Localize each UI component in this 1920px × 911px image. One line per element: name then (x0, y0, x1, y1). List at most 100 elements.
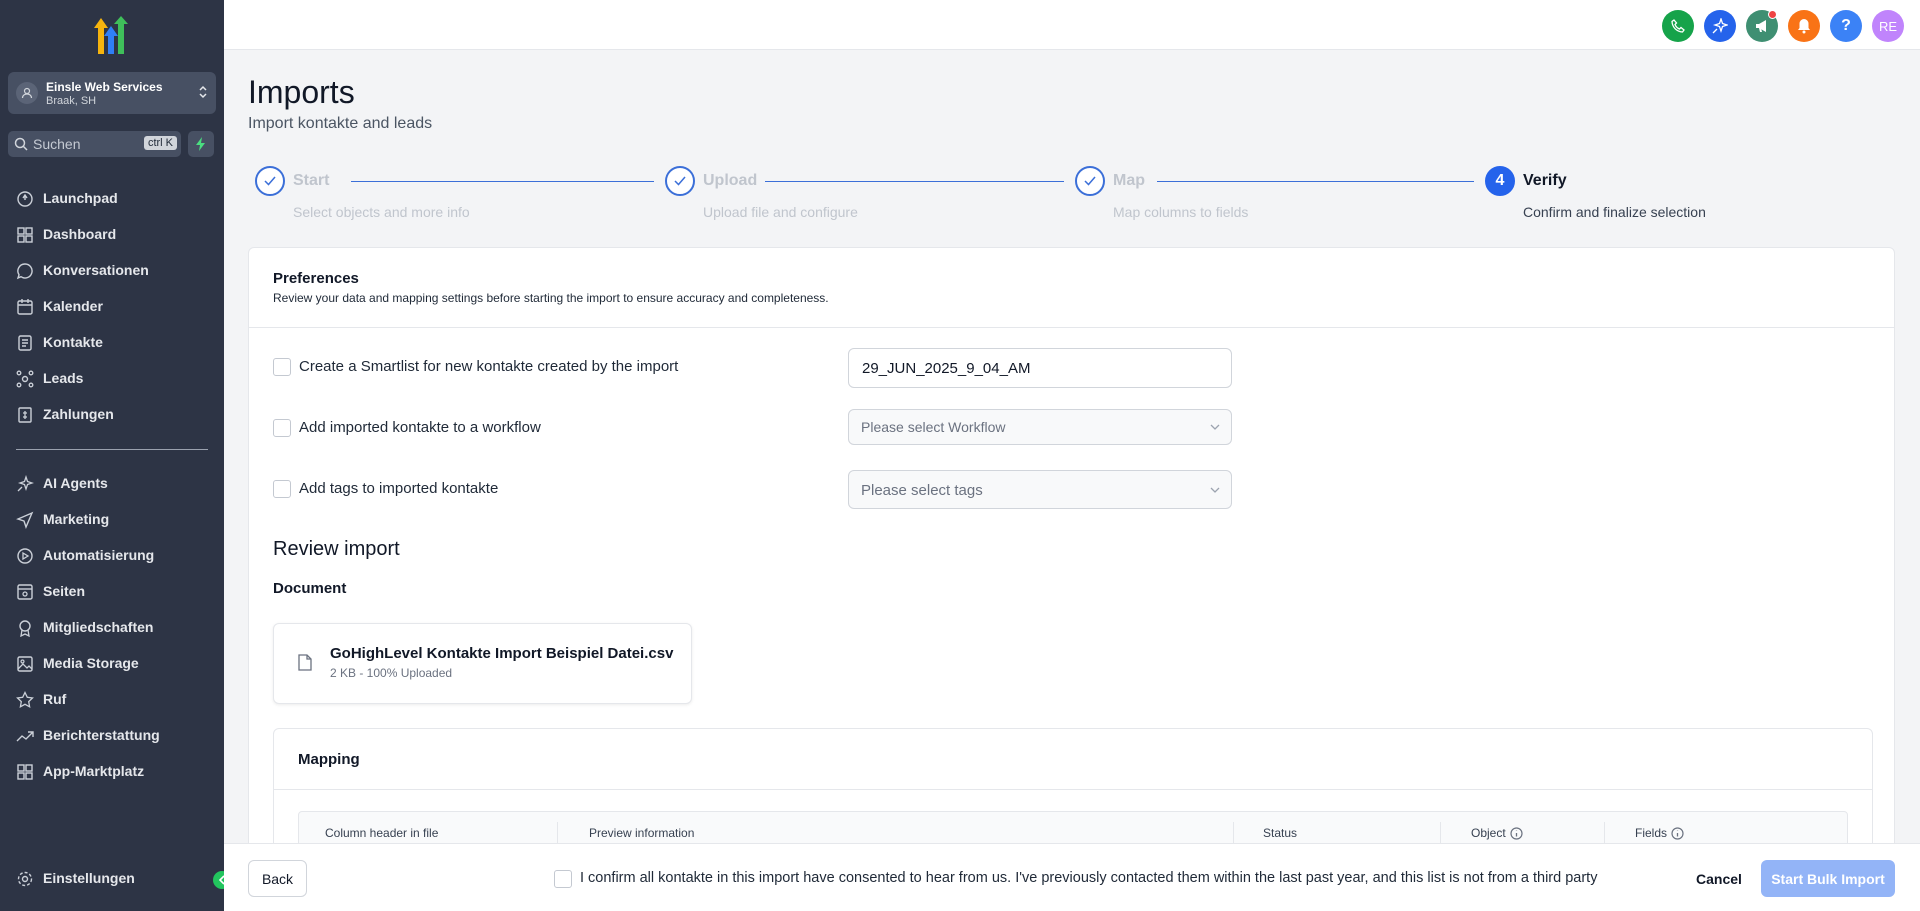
search-icon (14, 137, 28, 156)
start-bulk-import-button[interactable]: Start Bulk Import (1761, 860, 1895, 897)
tags-placeholder: Please select tags (861, 482, 983, 499)
column-header-fields: Fields (1635, 826, 1684, 840)
step-map-desc: Map columns to fields (1113, 204, 1249, 220)
sidebar-item-leads[interactable]: Leads (0, 363, 224, 393)
sidebar-item-ai-agents[interactable]: AI Agents (0, 468, 224, 498)
automation-icon (17, 548, 33, 564)
sidebar-item-label: Marketing (43, 511, 110, 527)
workflow-placeholder: Please select Workflow (861, 419, 1006, 435)
notification-dot (1768, 10, 1777, 19)
sidebar-item-label: Media Storage (43, 655, 139, 671)
help-button[interactable]: ? (1830, 10, 1862, 42)
sidebar-item-berichterstattung[interactable]: Berichterstattung (0, 720, 224, 750)
tags-select[interactable]: Please select tags (848, 470, 1232, 509)
sidebar-item-kontakte[interactable]: Kontakte (0, 327, 224, 357)
quick-actions-button[interactable] (188, 131, 214, 157)
smartlist-checkbox[interactable] (273, 358, 291, 376)
sidebar-item-label: Kalender (43, 298, 103, 314)
sidebar-item-label: App-Marktplatz (43, 763, 145, 779)
payments-icon (18, 407, 32, 423)
divider (249, 327, 1894, 328)
sidebar-item-label: Konversationen (43, 262, 149, 278)
cancel-button[interactable]: Cancel (1686, 860, 1752, 897)
workflow-checkbox[interactable] (273, 419, 291, 437)
phone-button[interactable] (1662, 10, 1694, 42)
sites-icon (17, 584, 33, 600)
user-avatar[interactable]: RE (1872, 10, 1904, 42)
apps-icon (17, 764, 33, 780)
sidebar-item-mitgliedschaften[interactable]: Mitgliedschaften (0, 612, 224, 642)
column-divider (557, 822, 558, 844)
sidebar-item-media-storage[interactable]: Media Storage (0, 648, 224, 678)
avatar-initials: RE (1878, 18, 1898, 34)
phone-icon (1671, 19, 1685, 33)
app-logo[interactable] (90, 16, 134, 56)
file-icon (298, 654, 312, 671)
sidebar-item-einstellungen[interactable]: Einstellungen (0, 863, 224, 893)
workflow-select[interactable]: Please select Workflow (848, 409, 1232, 445)
dashboard-icon (17, 227, 33, 243)
sidebar-item-label: Kontakte (43, 334, 103, 350)
star-icon (16, 691, 34, 709)
ai-assistant-button[interactable] (1704, 10, 1736, 42)
step-upload-desc: Upload file and configure (703, 204, 858, 220)
document-label: Document (273, 580, 347, 597)
chat-icon (16, 263, 33, 280)
page-subtitle: Import kontakte and leads (248, 115, 433, 132)
question-icon: ? (1841, 17, 1851, 34)
bell-icon (1798, 19, 1810, 34)
chevron-updown-icon (198, 84, 208, 105)
sidebar-item-zahlungen[interactable]: Zahlungen (0, 399, 224, 429)
smartlist-label: Create a Smartlist for new kontakte crea… (299, 358, 679, 375)
notifications-button[interactable] (1788, 10, 1820, 42)
sidebar-item-label: Dashboard (43, 226, 117, 242)
back-button[interactable]: Back (248, 860, 307, 897)
sidebar-item-label: Seiten (43, 583, 86, 599)
step-start-desc: Select objects and more info (293, 204, 470, 220)
column-divider (1604, 822, 1605, 844)
tags-label: Add tags to imported kontakte (299, 480, 499, 497)
page-title: Imports (248, 74, 355, 110)
step-map-title: Map (1113, 172, 1145, 189)
sidebar-item-seiten[interactable]: Seiten (0, 576, 224, 606)
column-divider (1233, 822, 1234, 844)
step-verify-desc: Confirm and finalize selection (1523, 204, 1706, 220)
search-shortcut: ctrl K (143, 136, 177, 150)
send-icon (16, 511, 34, 529)
info-icon[interactable] (1510, 826, 1523, 840)
sidebar-item-marketing[interactable]: Marketing (0, 504, 224, 534)
sidebar-item-kalender[interactable]: Kalender (0, 291, 224, 321)
announcements-button[interactable] (1746, 10, 1778, 42)
preferences-title: Preferences (273, 270, 359, 287)
sidebar-item-label: Leads (43, 370, 84, 386)
sparkle-icon (1712, 18, 1728, 34)
sidebar-item-dashboard[interactable]: Dashboard (0, 219, 224, 249)
tags-checkbox[interactable] (273, 480, 291, 498)
sidebar-item-automatisierung[interactable]: Automatisierung (0, 540, 224, 570)
step-map-indicator (1075, 166, 1105, 196)
smartlist-name-input[interactable]: 29_JUN_2025_9_04_AM (848, 348, 1232, 388)
sidebar-item-label: Automatisierung (43, 547, 155, 563)
search-input[interactable]: Suchen ctrl K (8, 131, 181, 157)
location-icon (16, 82, 38, 104)
step-connector (351, 181, 654, 182)
sidebar-item-label: Berichterstattung (43, 727, 160, 743)
step-connector (1157, 181, 1474, 182)
info-icon[interactable] (1671, 826, 1684, 840)
sidebar-item-launchpad[interactable]: Launchpad (0, 183, 224, 213)
location-switcher[interactable]: Einsle Web Services Braak, SH (8, 72, 216, 114)
step-upload-indicator (665, 166, 695, 196)
sidebar-divider (16, 449, 208, 450)
sidebar-item-konversationen[interactable]: Konversationen (0, 255, 224, 285)
topbar: ? RE (224, 0, 1920, 50)
consent-label: I confirm all kontakte in this import ha… (580, 870, 1598, 886)
sidebar-item-app-marktplatz[interactable]: App-Marktplatz (0, 756, 224, 786)
step-upload-title: Upload (703, 172, 758, 189)
divider (274, 789, 1872, 790)
sidebar-item-ruf[interactable]: Ruf (0, 684, 224, 714)
location-subtitle: Braak, SH (46, 95, 97, 107)
trend-icon (16, 731, 34, 742)
consent-checkbox[interactable] (554, 870, 572, 888)
sidebar-item-label: AI Agents (43, 475, 108, 491)
step-start-indicator (255, 166, 285, 196)
